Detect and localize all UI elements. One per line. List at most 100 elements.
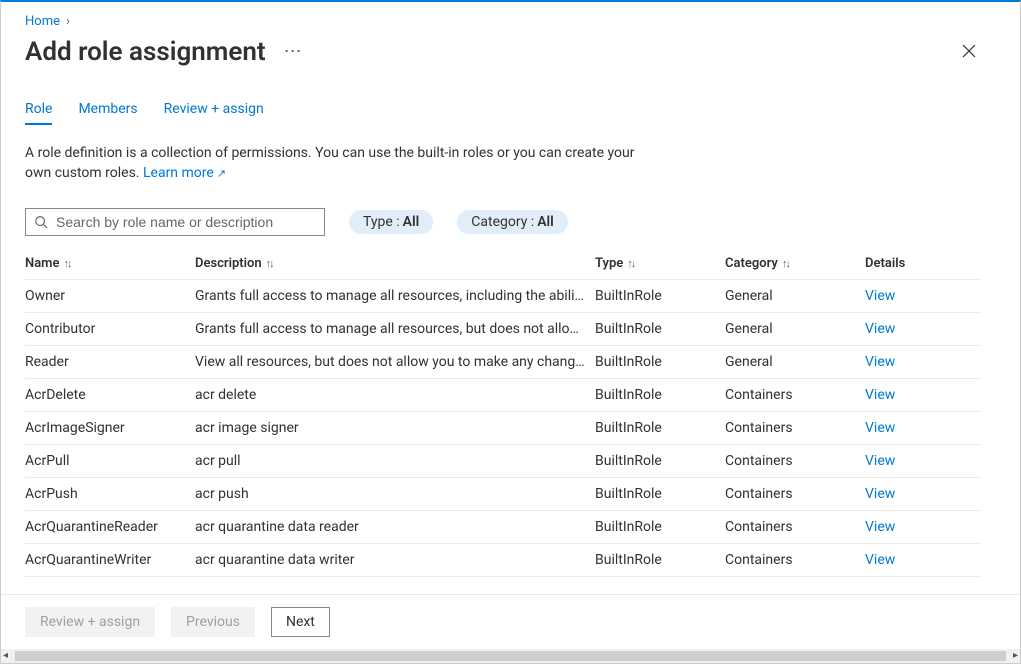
scroll-right-icon: ▸ — [1013, 650, 1018, 661]
col-header-description[interactable]: Description ↑↓ — [195, 248, 595, 280]
main-scroll-area[interactable]: Home › Add role assignment ⋯ Role Member… — [1, 2, 1020, 594]
col-header-name-label: Name — [25, 256, 59, 271]
tab-role[interactable]: Role — [25, 101, 52, 125]
view-link[interactable]: View — [865, 486, 895, 502]
page-title: Add role assignment — [25, 37, 266, 67]
sort-icon: ↑↓ — [266, 257, 273, 270]
cell-type: BuiltInRole — [595, 411, 725, 444]
col-header-description-label: Description — [195, 256, 262, 271]
view-link[interactable]: View — [865, 354, 895, 370]
table-row[interactable]: AcrQuarantineReaderacr quarantine data r… — [25, 510, 982, 543]
scrollbar-thumb[interactable] — [15, 651, 1006, 661]
close-icon — [962, 44, 976, 58]
cell-category: Containers — [725, 378, 865, 411]
view-link[interactable]: View — [865, 288, 895, 304]
cell-description: Grants full access to manage all resourc… — [195, 279, 595, 312]
filter-type-pill[interactable]: Type : All — [349, 210, 433, 234]
cell-category: Containers — [725, 543, 865, 576]
cell-type: BuiltInRole — [595, 378, 725, 411]
filter-category-label: Category : — [471, 214, 534, 230]
col-header-name[interactable]: Name ↑↓ — [25, 248, 195, 280]
table-header-row: Name ↑↓ Description ↑↓ Type↑↓ Category↑↓ D… — [25, 248, 982, 280]
sort-icon: ↑↓ — [63, 257, 70, 270]
cell-name: AcrDelete — [25, 378, 195, 411]
view-link[interactable]: View — [865, 321, 895, 337]
cell-name: Contributor — [25, 312, 195, 345]
cell-name: AcrImageSigner — [25, 411, 195, 444]
cell-name: Owner — [25, 279, 195, 312]
cell-description: View all resources, but does not allow y… — [195, 345, 595, 378]
filter-category-pill[interactable]: Category : All — [457, 210, 568, 234]
filter-type-label: Type : — [363, 214, 400, 230]
scroll-left-icon: ◂ — [3, 650, 8, 661]
cell-type: BuiltInRole — [595, 345, 725, 378]
learn-more-label: Learn more — [143, 165, 214, 181]
search-icon — [34, 215, 48, 229]
col-header-details-label: Details — [865, 256, 905, 271]
filter-category-value: All — [537, 214, 554, 230]
next-button[interactable]: Next — [271, 607, 330, 637]
tab-review[interactable]: Review + assign — [164, 101, 264, 125]
search-input[interactable] — [54, 213, 316, 231]
cell-category: Containers — [725, 477, 865, 510]
cell-name: Reader — [25, 345, 195, 378]
table-row[interactable]: AcrImageSigneracr image signerBuiltInRol… — [25, 411, 982, 444]
cell-description: acr image signer — [195, 411, 595, 444]
horizontal-scrollbar[interactable]: ◂ ▸ — [1, 649, 1020, 663]
cell-type: BuiltInRole — [595, 444, 725, 477]
cell-category: General — [725, 312, 865, 345]
view-link[interactable]: View — [865, 387, 895, 403]
description-text: A role definition is a collection of per… — [25, 145, 634, 181]
review-assign-button: Review + assign — [25, 607, 155, 637]
footer-bar: Review + assign Previous Next — [1, 594, 1020, 649]
cell-description: Grants full access to manage all resourc… — [195, 312, 595, 345]
cell-name: AcrPush — [25, 477, 195, 510]
table-row[interactable]: AcrQuarantineWriteracr quarantine data w… — [25, 543, 982, 576]
cell-name: AcrQuarantineWriter — [25, 543, 195, 576]
table-row[interactable]: AcrPullacr pullBuiltInRoleContainersView — [25, 444, 982, 477]
app-window: Home › Add role assignment ⋯ Role Member… — [0, 0, 1021, 664]
roles-table: Name ↑↓ Description ↑↓ Type↑↓ Category↑↓ D… — [25, 248, 982, 577]
learn-more-link[interactable]: Learn more↗ — [143, 165, 226, 181]
table-row[interactable]: ReaderView all resources, but does not a… — [25, 345, 982, 378]
cell-description: acr push — [195, 477, 595, 510]
table-row[interactable]: ContributorGrants full access to manage … — [25, 312, 982, 345]
search-field[interactable] — [25, 208, 325, 236]
cell-category: Containers — [725, 411, 865, 444]
view-link[interactable]: View — [865, 420, 895, 436]
col-header-category[interactable]: Category↑↓ — [725, 248, 865, 280]
table-row[interactable]: AcrPushacr pushBuiltInRoleContainersView — [25, 477, 982, 510]
col-header-details: Details — [865, 248, 982, 280]
filter-row: Type : All Category : All — [25, 208, 982, 236]
cell-name: AcrPull — [25, 444, 195, 477]
tab-members[interactable]: Members — [78, 101, 137, 125]
cell-type: BuiltInRole — [595, 312, 725, 345]
table-row[interactable]: AcrDeleteacr deleteBuiltInRoleContainers… — [25, 378, 982, 411]
cell-description: acr quarantine data reader — [195, 510, 595, 543]
view-link[interactable]: View — [865, 453, 895, 469]
cell-type: BuiltInRole — [595, 477, 725, 510]
cell-description: acr quarantine data writer — [195, 543, 595, 576]
cell-description: acr pull — [195, 444, 595, 477]
col-header-type-label: Type — [595, 256, 623, 271]
view-link[interactable]: View — [865, 552, 895, 568]
more-actions-button[interactable]: ⋯ — [280, 41, 306, 63]
cell-category: General — [725, 279, 865, 312]
cell-type: BuiltInRole — [595, 279, 725, 312]
close-button[interactable] — [956, 38, 982, 67]
breadcrumb: Home › — [25, 14, 982, 29]
col-header-category-label: Category — [725, 256, 778, 271]
table-row[interactable]: OwnerGrants full access to manage all re… — [25, 279, 982, 312]
cell-category: General — [725, 345, 865, 378]
cell-name: AcrQuarantineReader — [25, 510, 195, 543]
cell-type: BuiltInRole — [595, 543, 725, 576]
view-link[interactable]: View — [865, 519, 895, 535]
chevron-right-icon: › — [66, 14, 70, 29]
external-link-icon: ↗ — [217, 167, 226, 180]
breadcrumb-home[interactable]: Home — [25, 14, 60, 29]
filter-type-value: All — [403, 214, 420, 230]
page-description: A role definition is a collection of per… — [25, 143, 655, 184]
col-header-type[interactable]: Type↑↓ — [595, 248, 725, 280]
previous-button: Previous — [171, 607, 255, 637]
cell-category: Containers — [725, 510, 865, 543]
